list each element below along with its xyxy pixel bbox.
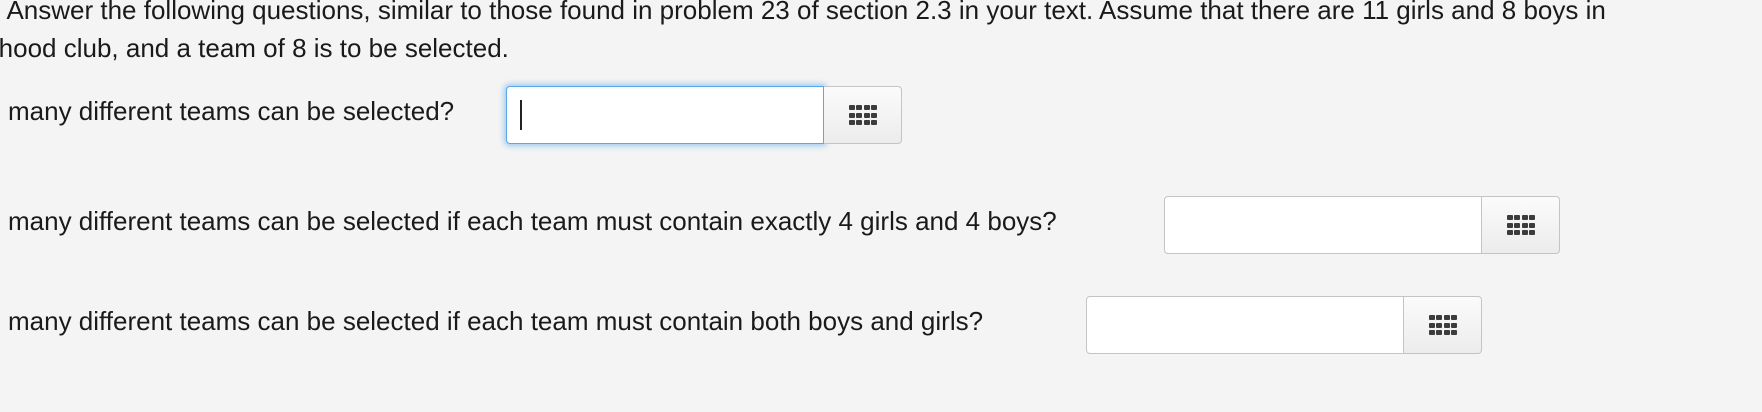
- question-3-palette-button[interactable]: [1404, 296, 1482, 354]
- problem-statement-line-2: rhood club, and a team of 8 is to be sel…: [0, 33, 509, 63]
- grid-icon: [1428, 315, 1457, 335]
- question-2-answer-input[interactable]: [1164, 196, 1482, 254]
- question-3-answer-input[interactable]: [1086, 296, 1404, 354]
- question-3-text: many different teams can be selected if …: [8, 306, 984, 336]
- question-2-palette-button[interactable]: [1482, 196, 1560, 254]
- question-1-text: many different teams can be selected?: [8, 96, 455, 126]
- question-1-palette-button[interactable]: [824, 86, 902, 144]
- grid-icon: [1506, 215, 1535, 235]
- text-cursor: [520, 100, 522, 130]
- question-2-text: many different teams can be selected if …: [8, 206, 1057, 236]
- question-1-answer-input[interactable]: [506, 86, 824, 144]
- problem-statement-line-1: ) Answer the following questions, simila…: [0, 0, 1606, 25]
- grid-icon: [848, 105, 877, 125]
